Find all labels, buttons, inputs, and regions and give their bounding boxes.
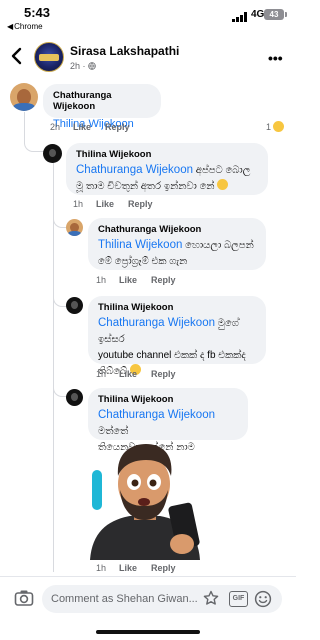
comment-text: Thilina Wijekoon හොයලා බලපන් මේ ප්‍රෝග්‍… — [98, 237, 256, 270]
like-button[interactable]: Like — [119, 275, 137, 285]
reply-button[interactable]: Reply — [151, 369, 176, 379]
camera-icon[interactable] — [14, 589, 34, 607]
comment-mention[interactable]: Chathuranga Wijekoon — [76, 164, 193, 176]
comment-bubble: Chathuranga Wijekoon Thilina Wijekoon — [43, 84, 161, 130]
comment-actions: 1h Like Reply — [96, 275, 190, 285]
comment-composer: Comment as Shehan Giwan... GIF — [0, 576, 296, 620]
avatar[interactable] — [66, 297, 83, 314]
back-icon[interactable] — [8, 46, 26, 66]
like-button[interactable]: Like — [96, 199, 114, 209]
reply-button[interactable]: Reply — [151, 275, 176, 285]
thread-elbow — [53, 385, 67, 397]
comment-actions: 1h Like Reply — [96, 369, 190, 379]
comment-time: 2h — [50, 122, 61, 132]
thread-elbow — [53, 295, 67, 307]
comment-author[interactable]: Thilina Wijekoon — [98, 394, 238, 405]
avatar-face — [48, 148, 57, 158]
page-name[interactable]: Sirasa Lakshapathi — [70, 44, 179, 58]
comment-bubble: Thilina Wijekoon Chathuranga Wijekoon අප… — [66, 143, 268, 195]
reply-button[interactable]: Reply — [105, 122, 130, 132]
comment-mention[interactable]: Thilina Wijekoon — [98, 239, 182, 251]
status-time: 5:43 — [24, 5, 51, 20]
page-logo — [39, 54, 59, 61]
avatar[interactable] — [66, 389, 83, 406]
comment-mention[interactable]: Chathuranga Wijekoon — [98, 409, 215, 421]
comment-bubble: Chathuranga Wijekoon Thilina Wijekoon හො… — [88, 218, 266, 270]
sticker-icon[interactable] — [202, 590, 220, 608]
status-bar: 5:43 ◀Chrome 4G 43 — [0, 0, 296, 34]
grimace-emoji-icon — [217, 179, 229, 190]
thread-elbow — [53, 216, 67, 228]
comment-author[interactable]: Chathuranga Wijekoon — [98, 224, 256, 235]
reply-button[interactable]: Reply — [151, 563, 176, 573]
back-small-icon: ◀ — [7, 22, 14, 31]
comment-body-line1: මත්තේ — [98, 426, 129, 437]
avatar-face — [71, 393, 78, 401]
gif-icon[interactable]: GIF — [229, 591, 248, 607]
thread-elbow — [24, 140, 44, 152]
comment-author[interactable]: Chathuranga Wijekoon — [53, 90, 151, 112]
page-avatar[interactable] — [34, 42, 64, 72]
comment-text: Chathuranga Wijekoon අප්පට බොල මූ තාම චි… — [76, 162, 258, 195]
avatar-face — [71, 301, 78, 309]
battery-icon: 43 — [264, 9, 287, 20]
like-button[interactable]: Like — [119, 563, 137, 573]
avatar[interactable] — [43, 144, 62, 163]
comment-mention[interactable]: Chathuranga Wijekoon — [98, 317, 215, 329]
comment-placeholder: Comment as Shehan Giwan... — [51, 593, 198, 605]
reaction-count: 1 — [266, 122, 272, 132]
back-app-label: Chrome — [14, 22, 43, 31]
comment-time: 1h — [96, 563, 107, 573]
avatar-shirt — [12, 103, 36, 111]
comment-time: 1h — [73, 199, 84, 209]
comment-actions: 2h Like Reply — [50, 122, 144, 132]
home-indicator — [96, 630, 200, 634]
emoji-icon[interactable] — [254, 590, 272, 608]
comment-actions: 1h Like Reply — [73, 199, 167, 209]
globe-icon — [88, 62, 96, 70]
haha-reaction-icon — [273, 121, 285, 132]
network-label: 4G — [251, 9, 265, 20]
back-to-chrome[interactable]: ◀Chrome — [7, 22, 43, 31]
comment-actions: 1h Like Reply — [96, 563, 190, 573]
comment-time: 1h — [96, 275, 107, 285]
more-icon[interactable]: ••• — [268, 50, 283, 66]
comment-author[interactable]: Thilina Wijekoon — [76, 149, 258, 160]
comment-author[interactable]: Thilina Wijekoon — [98, 302, 256, 313]
comment-input[interactable]: Comment as Shehan Giwan... GIF — [42, 585, 282, 613]
comment-time: 1h — [96, 369, 107, 379]
avatar[interactable] — [10, 83, 38, 111]
like-button[interactable]: Like — [73, 122, 91, 132]
comment-bubble: Thilina Wijekoon Chathuranga Wijekoon මු… — [88, 296, 266, 377]
like-button[interactable]: Like — [119, 369, 137, 379]
avatar-shirt — [67, 231, 82, 236]
avatar[interactable] — [66, 219, 83, 236]
comment-bubble: Thilina Wijekoon Chathuranga Wijekoon මත… — [88, 388, 248, 453]
post-header: Sirasa Lakshapathi 2h · ••• — [0, 34, 296, 78]
post-separator: · — [82, 61, 86, 71]
sticker-image[interactable] — [86, 440, 204, 560]
post-meta: 2h · — [70, 61, 96, 71]
post-age: 2h — [70, 61, 81, 71]
reply-button[interactable]: Reply — [128, 199, 153, 209]
reaction-summary[interactable]: 1 — [266, 121, 285, 132]
signal-icon — [232, 12, 247, 22]
comment-body-line2: youtube channel එකක් ද fb එකක්ද — [98, 350, 246, 361]
